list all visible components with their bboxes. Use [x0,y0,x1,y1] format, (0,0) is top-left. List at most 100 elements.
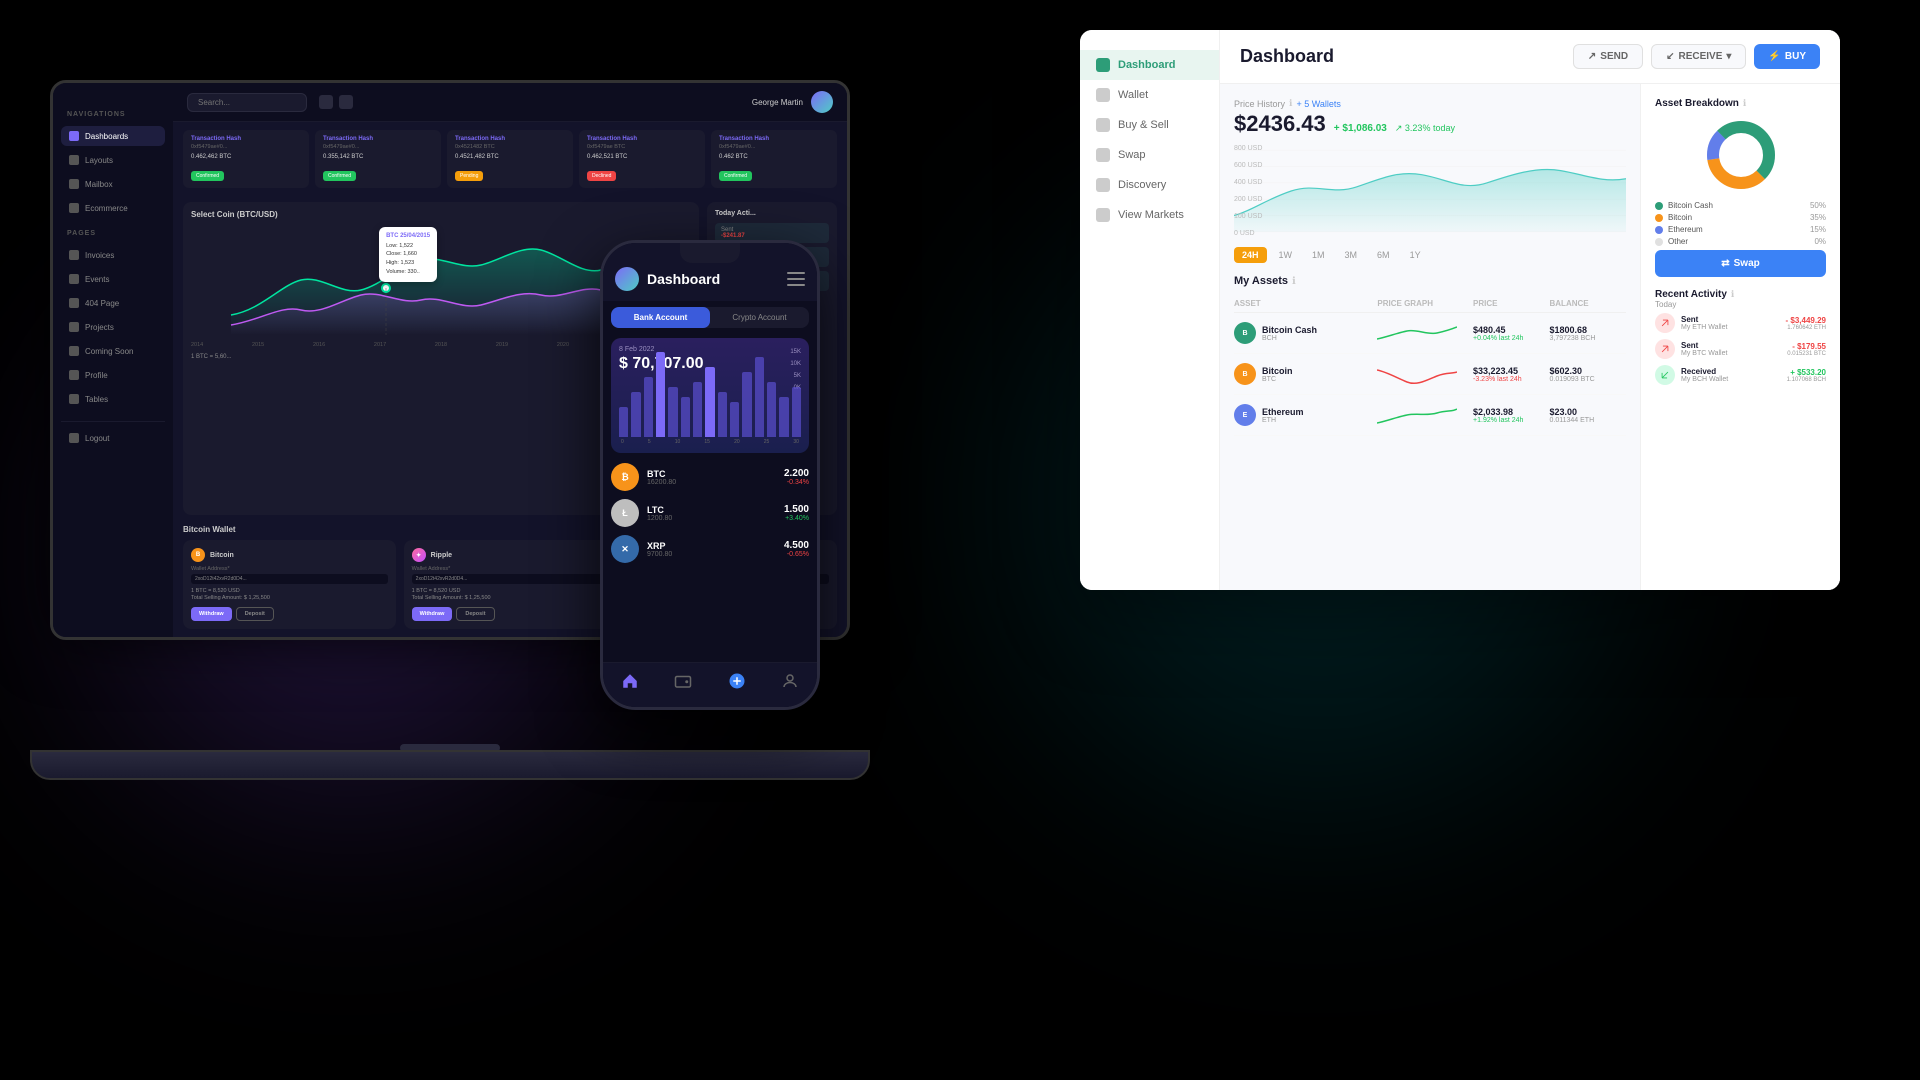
logout-item[interactable]: Logout [61,428,165,448]
receive-button[interactable]: ↙ RECEIVE ▾ [1651,44,1746,69]
price-value: $2436.43 [1234,111,1326,137]
my-assets-section: My Assets ℹ Asset Price Graph Price Bala… [1234,275,1626,436]
assets-table-header: Asset Price Graph Price Balance [1234,295,1626,313]
sidebar-wallet[interactable]: Wallet [1080,80,1219,110]
sidebar-item-mailbox[interactable]: Mailbox [61,174,165,194]
nav-wallet[interactable] [673,671,693,691]
sidebar-item-projects[interactable]: Projects [61,317,165,337]
chart-date: 8 Feb 2022 [619,346,801,353]
asset-info: Bitcoin BTC [1262,366,1293,383]
bch-mini-chart [1377,319,1457,347]
tx-amount: 0.462,462 BTC [191,154,301,160]
withdraw-button[interactable]: Withdraw [191,607,232,621]
price-history-section: Price History ℹ + 5 Wallets $2436.43 + $… [1234,98,1626,263]
crypto-item-btc: ₿ BTC 16200.80 2.200 -0.34% [611,463,809,491]
legend-other: Other 0% [1655,237,1826,246]
phone-avatar [615,267,639,291]
bar-13 [779,397,788,437]
receive-icon: ↙ [1666,51,1674,62]
header-right: George Martin [752,91,833,113]
asset-row-eth: E Ethereum ETH $2,033.98 [1234,395,1626,436]
deposit-button[interactable]: Deposit [456,607,494,621]
nav-add[interactable] [727,671,747,691]
tab-1w[interactable]: 1W [1271,247,1301,263]
tx-id: 0xf5479ae BTC [587,144,697,150]
web-dashboard: Dashboard Wallet Buy & Sell Swap Discove… [1080,30,1840,590]
nav-profile[interactable] [780,671,800,691]
withdraw-button[interactable]: Withdraw [412,607,453,621]
btc-coin-icon: B [191,548,205,562]
phone-bottom-nav [603,662,817,707]
web-main: Dashboard ↗ SEND ↙ RECEIVE ▾ ⚡ BUY [1220,30,1840,590]
markets-icon [1096,208,1110,222]
tab-3m[interactable]: 3M [1337,247,1366,263]
crypto-amount: 4.500 [784,540,809,551]
events-icon [69,274,79,284]
sidebar-item-profile[interactable]: Profile [61,365,165,385]
tx-id: 0xf5479ae#0... [719,144,829,150]
discovery-icon [1096,178,1110,192]
deposit-button[interactable]: Deposit [236,607,274,621]
pages-section-label: PAGES [61,222,165,241]
transaction-row: Transaction Hash 0xf5479ae#0... 0.462,46… [173,122,847,196]
act-icon-received [1655,365,1675,385]
act-amount-col: - $179.55 0.015231 BTC [1787,342,1826,357]
btc-icon: ₿ [611,463,639,491]
tab-crypto-account[interactable]: Crypto Account [710,307,809,328]
other-dot [1655,238,1663,246]
donut-chart [1701,115,1781,195]
swap-button[interactable]: ⇄ Swap [1655,250,1826,277]
web-left-panel: Price History ℹ + 5 Wallets $2436.43 + $… [1220,84,1640,590]
xrp-icon: ✕ [611,535,639,563]
eth-mini-chart [1377,401,1457,429]
act-info: Sent My ETH Wallet [1681,315,1780,331]
sidebar-swap[interactable]: Swap [1080,140,1219,170]
sidebar-dashboard[interactable]: Dashboard [1080,50,1219,80]
search-input[interactable] [187,93,307,112]
asset-name-cell: E Ethereum ETH [1234,404,1377,426]
sidebar-view-markets[interactable]: View Markets [1080,200,1219,230]
sidebar-discovery[interactable]: Discovery [1080,170,1219,200]
tab-24h[interactable]: 24H [1234,247,1267,263]
sidebar-item-ecommerce[interactable]: Ecommerce [61,198,165,218]
tx-hash: Transaction Hash [719,136,829,142]
chart-title: Select Coin (BTC/USD) [191,210,691,219]
send-button[interactable]: ↗ SEND [1573,44,1643,69]
sidebar-item-coming-soon[interactable]: Coming Soon [61,341,165,361]
tab-bank-account[interactable]: Bank Account [611,307,710,328]
crypto-price: 1200.80 [647,515,776,522]
sidebar-item-layouts[interactable]: Layouts [61,150,165,170]
tx-card-1: Transaction Hash 0xf5479ae#0... 0.355,14… [315,130,441,188]
sidebar-item-404[interactable]: 404 Page [61,293,165,313]
sidebar-item-invoices[interactable]: Invoices [61,245,165,265]
laptop-base [30,750,870,780]
phone-tabs: Bank Account Crypto Account [611,307,809,328]
crypto-name: XRP [647,541,776,551]
activity-today-label: Today [1655,300,1826,309]
sidebar-item-dashboards[interactable]: Dashboards [61,126,165,146]
wallet-label: Wallet Address* [412,566,609,572]
tx-hash: Transaction Hash [323,136,433,142]
wallet-icon [1096,88,1110,102]
tooltip-low: Low: 1,522 [386,242,430,251]
buy-button[interactable]: ⚡ BUY [1754,44,1820,69]
tab-1y[interactable]: 1Y [1402,247,1429,263]
coin-name: Ripple [431,552,452,559]
phone-container: Dashboard Bank Account Crypto Account 8 … [600,240,820,710]
bar-9 [730,402,739,437]
swap-icon: ⇄ [1721,258,1729,269]
sidebar-item-tables[interactable]: Tables [61,389,165,409]
eth-icon: E [1234,404,1256,426]
menu-icon[interactable] [787,272,805,286]
asset-info: Bitcoin Cash BCH [1262,325,1317,342]
crypto-change: +3.40% [784,515,809,522]
web-sidebar: Dashboard Wallet Buy & Sell Swap Discove… [1080,30,1220,590]
nav-home[interactable] [620,671,640,691]
sidebar-buy-sell[interactable]: Buy & Sell [1080,110,1219,140]
tab-6m[interactable]: 6M [1369,247,1398,263]
sidebar-item-events[interactable]: Events [61,269,165,289]
asset-balance-col: $1800.68 3,797238 BCH [1550,325,1627,342]
nav-section-label: NAVIGATIONS [61,103,165,122]
act-amount-col: + $533.20 1.107068 BCH [1787,368,1826,383]
tab-1m[interactable]: 1M [1304,247,1333,263]
